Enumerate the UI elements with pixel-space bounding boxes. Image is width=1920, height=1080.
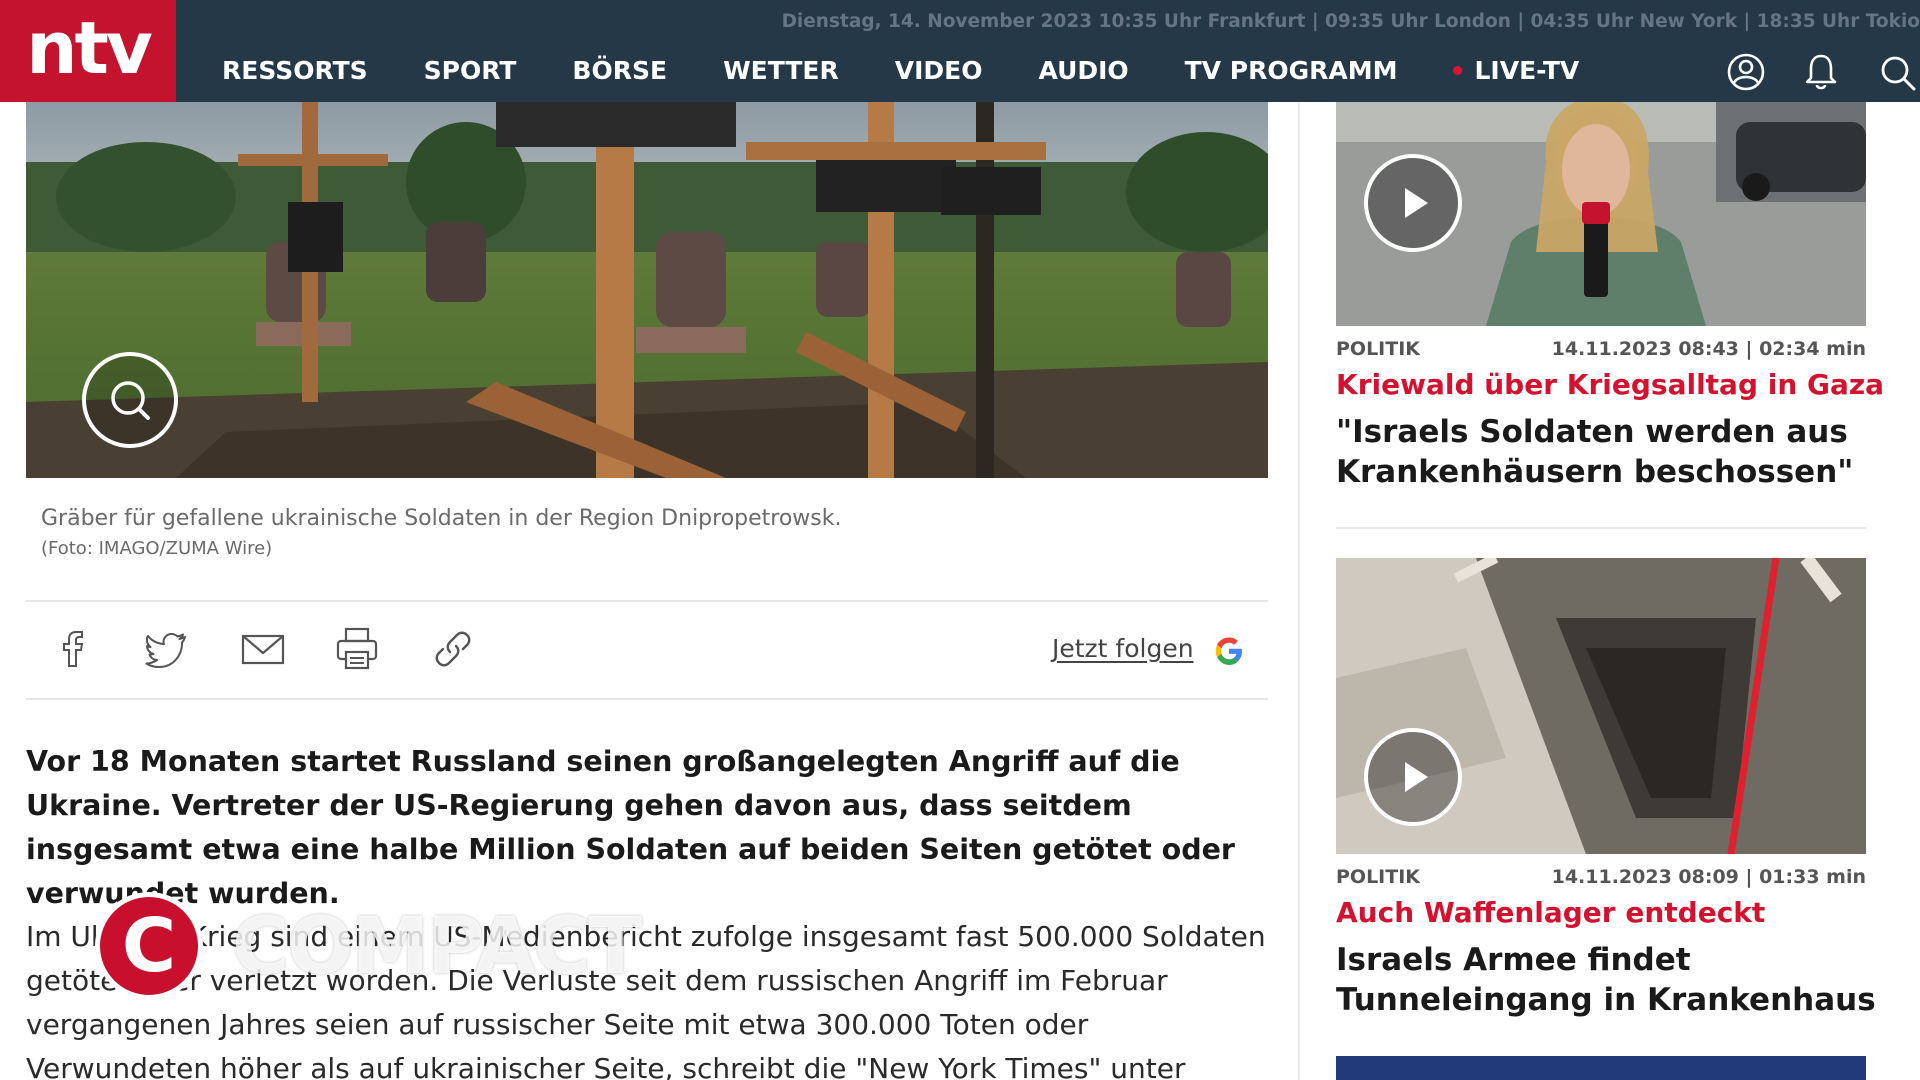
nav-live-tv-label: LIVE-TV <box>1474 56 1580 85</box>
zoom-button[interactable] <box>82 352 178 448</box>
logo-text[interactable]: ntv <box>26 12 153 84</box>
nav-audio[interactable]: AUDIO <box>1038 56 1128 85</box>
article-lead: Vor 18 Monaten startet Russland seinen g… <box>26 745 1235 910</box>
play-button[interactable] <box>1364 154 1462 252</box>
cemetery-photo <box>26 102 1268 478</box>
play-icon <box>1405 188 1428 218</box>
ntv-logo[interactable]: ntv <box>0 0 176 102</box>
print-icon[interactable] <box>334 626 380 672</box>
live-dot-icon <box>1453 66 1463 75</box>
nav-live-tv[interactable]: LIVE-TV <box>1453 56 1579 85</box>
teaser-kicker[interactable]: Kriewald über Kriegsalltag in Gaza <box>1336 368 1884 401</box>
dateline: Dienstag, 14. November 2023 10:35 Uhr Fr… <box>781 11 1920 32</box>
google-icon[interactable] <box>1212 634 1246 668</box>
email-share-icon[interactable] <box>240 626 286 672</box>
teaser-meta: POLITIK 14.11.2023 08:43 | 02:34 min <box>1336 338 1866 360</box>
teaser-title[interactable]: "Israels Soldaten werden aus Krankenhäus… <box>1336 412 1876 492</box>
play-button[interactable] <box>1364 728 1462 826</box>
nav-ressorts[interactable]: RESSORTS <box>222 56 368 85</box>
teaser-meta: POLITIK 14.11.2023 08:09 | 01:33 min <box>1336 866 1866 888</box>
nav-tv-programm[interactable]: TV PROGRAMM <box>1185 56 1398 85</box>
teaser-title[interactable]: Israels Armee findet Tunneleingang in Kr… <box>1336 940 1876 1020</box>
teaser-category: POLITIK <box>1336 338 1421 360</box>
video-thumbnail[interactable] <box>1336 102 1866 326</box>
teaser-category: POLITIK <box>1336 866 1421 888</box>
teaser-date-duration: 14.11.2023 08:43 | 02:34 min <box>1551 338 1866 360</box>
bell-icon[interactable] <box>1800 51 1842 93</box>
hero-image[interactable] <box>26 102 1268 478</box>
nav-wetter[interactable]: WETTER <box>723 56 839 85</box>
teaser-kicker[interactable]: Auch Waffenlager entdeckt <box>1336 896 1765 929</box>
image-credit: (Foto: IMAGO/ZUMA Wire) <box>41 538 273 559</box>
image-caption: Gräber für gefallene ukrainische Soldate… <box>41 506 842 531</box>
divider <box>1336 527 1866 529</box>
user-icon[interactable] <box>1725 51 1767 93</box>
column-divider <box>1298 102 1300 1080</box>
divider <box>26 698 1268 700</box>
compact-logo-icon: C <box>95 892 203 1000</box>
twitter-share-icon[interactable] <box>145 626 191 672</box>
site-header: ntv Dienstag, 14. November 2023 10:35 Uh… <box>0 0 1920 102</box>
main-nav: RESSORTS SPORT BÖRSE WETTER VIDEO AUDIO … <box>222 56 1635 85</box>
video-thumbnail[interactable] <box>1336 1056 1866 1080</box>
follow-google-news-link[interactable]: Jetzt folgen <box>1052 634 1194 663</box>
teaser-date-duration: 14.11.2023 08:09 | 01:33 min <box>1551 866 1866 888</box>
nav-sport[interactable]: SPORT <box>424 56 517 85</box>
zoom-icon <box>111 381 150 420</box>
compact-watermark-text: COMPACT <box>232 902 642 992</box>
nav-video[interactable]: VIDEO <box>895 56 983 85</box>
article-body: Im Ukraine-Krieg sind einem US-Medienber… <box>26 920 1266 1080</box>
copy-link-icon[interactable] <box>430 626 476 672</box>
video-thumbnail[interactable] <box>1336 558 1866 854</box>
nav-boerse[interactable]: BÖRSE <box>572 56 667 85</box>
compact-logo-letter: C <box>121 903 177 989</box>
divider <box>26 600 1268 602</box>
search-icon[interactable] <box>1876 51 1918 93</box>
play-icon <box>1405 762 1428 792</box>
facebook-share-icon[interactable] <box>50 626 96 672</box>
